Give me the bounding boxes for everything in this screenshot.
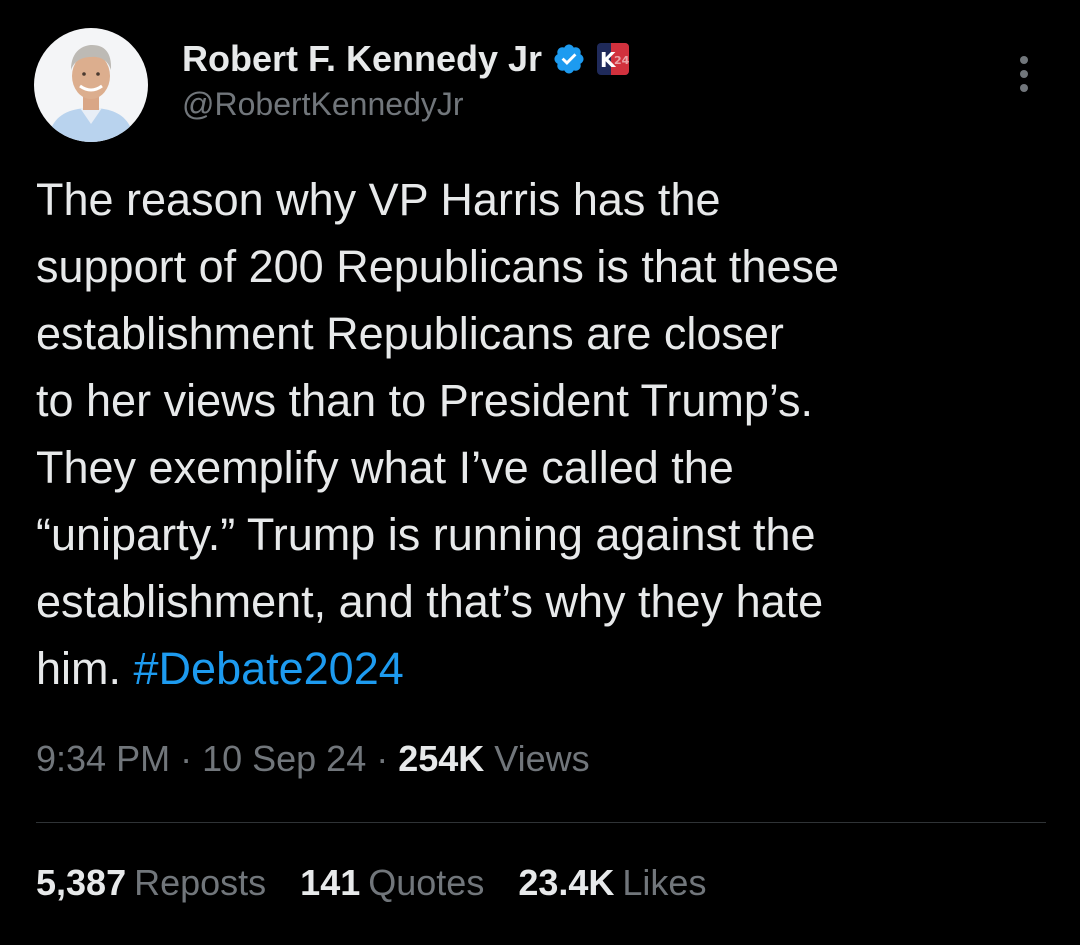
tweet-text-line-prefix: him. [36, 643, 134, 694]
tweet-text-last-line: him. #Debate2024 [36, 635, 1056, 702]
tweet-time[interactable]: 9:34 PM [36, 738, 170, 779]
views-count: 254K [398, 738, 485, 779]
reposts-count: 5,387 [36, 862, 127, 903]
tweet-date[interactable]: 10 Sep 24 [202, 738, 366, 779]
svg-text:24: 24 [614, 54, 630, 67]
avatar-image [34, 28, 148, 142]
quotes-label: Quotes [368, 862, 485, 903]
author-display-name[interactable]: Robert F. Kennedy Jr [182, 38, 542, 80]
likes-label: Likes [622, 862, 707, 903]
engagement-stats: 5,387 Reposts 141 Quotes 23.4K Likes [36, 862, 740, 904]
author-handle[interactable]: @RobertKennedyJr [182, 86, 464, 123]
divider [36, 822, 1046, 823]
likes-stat[interactable]: 23.4K Likes [518, 862, 706, 904]
tweet-text: The reason why VP Harris has the support… [36, 166, 1056, 702]
tweet-meta: 9:34 PM · 10 Sep 24 · 254K Views [36, 738, 590, 780]
reposts-stat[interactable]: 5,387 Reposts [36, 862, 266, 904]
tweet-text-line: They exemplify what I’ve called the [36, 442, 734, 493]
avatar[interactable] [34, 28, 148, 142]
meta-separator: · [366, 738, 399, 779]
tweet-text-line: establishment, and that’s why they hate [36, 576, 824, 627]
tweet-text-line: establishment Republicans are closer [36, 308, 784, 359]
reposts-label: Reposts [134, 862, 267, 903]
tweet-text-line: support of 200 Republicans is that these [36, 241, 840, 292]
more-options-icon[interactable] [1004, 52, 1044, 96]
affiliate-badge-icon[interactable]: K 24 [596, 42, 630, 76]
quotes-count: 141 [300, 862, 361, 903]
tweet-text-line: “uniparty.” Trump is running against the [36, 509, 816, 560]
quotes-stat[interactable]: 141 Quotes [300, 862, 484, 904]
tweet-text-line: to her views than to President Trump’s. [36, 375, 814, 426]
views-label: Views [484, 738, 590, 779]
likes-count: 23.4K [518, 862, 615, 903]
hashtag-link[interactable]: #Debate2024 [134, 643, 404, 694]
verified-badge-icon[interactable] [552, 42, 586, 76]
meta-separator: · [170, 738, 203, 779]
tweet-text-line: The reason why VP Harris has the [36, 174, 721, 225]
author-name-row: Robert F. Kennedy Jr K 24 [182, 36, 630, 82]
